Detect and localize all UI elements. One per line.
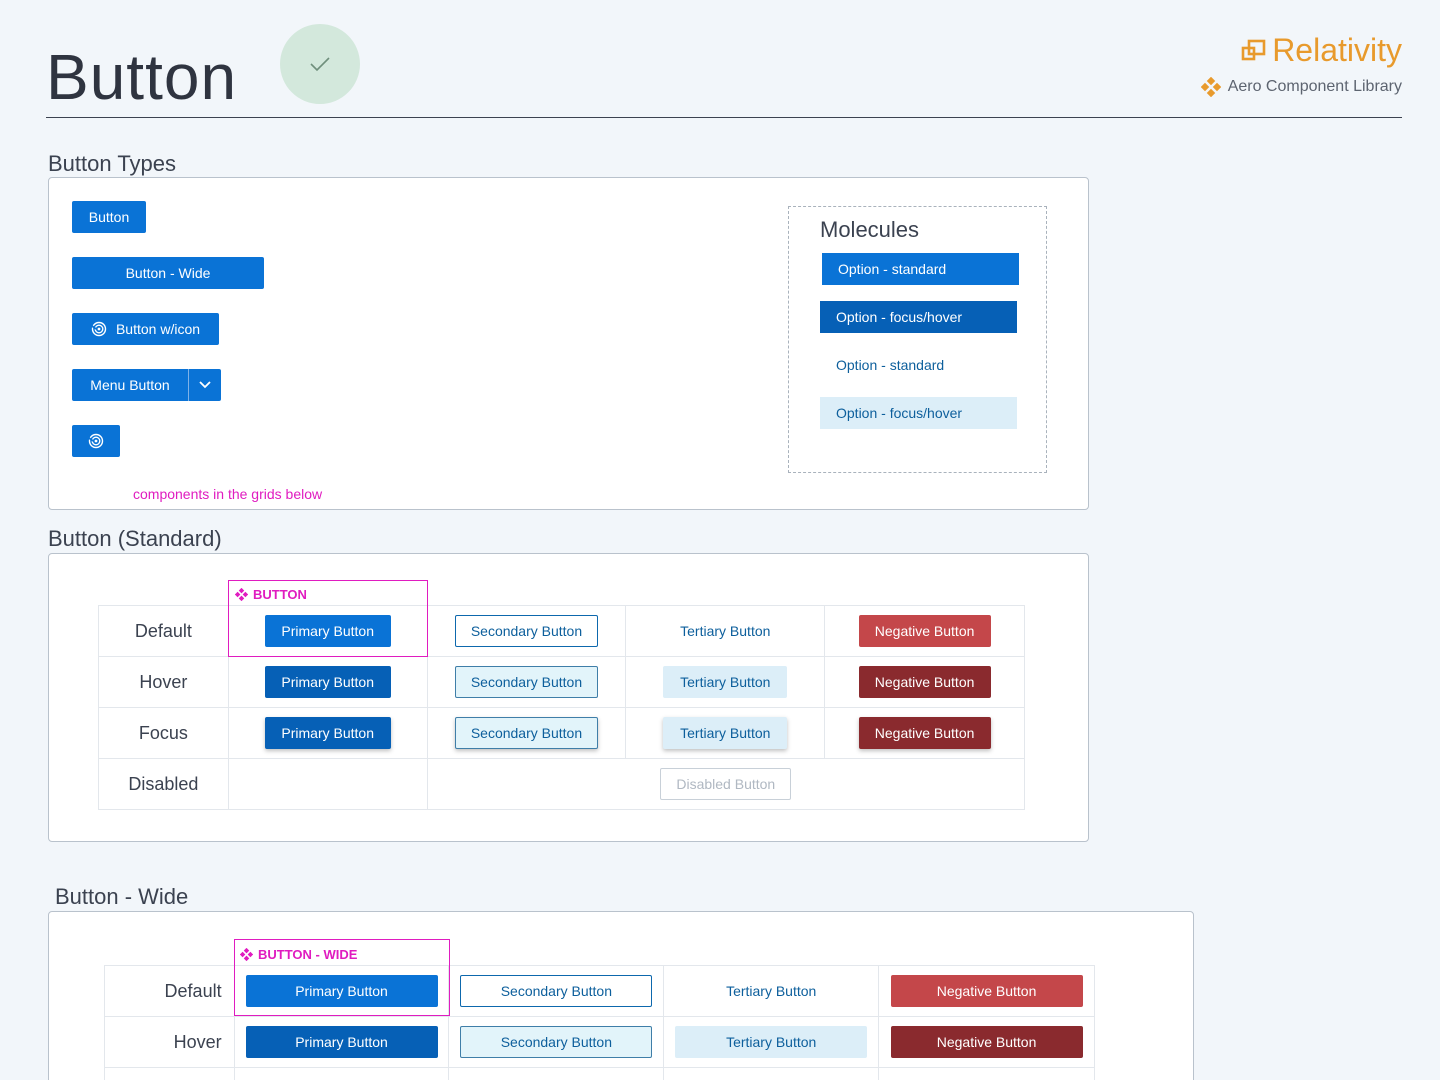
check-icon (310, 57, 330, 72)
wide-grid-row-focus (104, 1067, 1095, 1080)
button-component-label: BUTTON (253, 587, 307, 602)
wide-grid-row-hover: Hover Primary Button Secondary Button Te… (104, 1016, 1095, 1068)
molecules-box (788, 206, 1047, 473)
section-title-button-wide: Button - Wide (55, 884, 189, 909)
negative-button-focus[interactable]: Negative Button (858, 717, 991, 749)
tertiary-button-default[interactable]: Tertiary Button (663, 615, 787, 647)
wide-row-label-default: Default (104, 965, 235, 1017)
button-with-icon-label: Button w/icon (115, 321, 201, 337)
components-note: components in the grids below (133, 486, 323, 502)
button-component-tag: BUTTON (235, 587, 307, 602)
chevron-down-icon (199, 381, 211, 389)
component-diamond-icon (235, 588, 248, 601)
secondary-button-default[interactable]: Secondary Button (454, 615, 598, 647)
component-diamond-icon (1200, 77, 1221, 97)
wide-tertiary-button-hover[interactable]: Tertiary Button (675, 1026, 868, 1058)
section-title-button-standard: Button (Standard) (48, 526, 222, 551)
option-standard-light[interactable]: Option - standard (820, 349, 1017, 381)
row-label-default: Default (98, 605, 229, 657)
button-with-icon-sample[interactable]: Button w/icon (72, 313, 219, 345)
brand: Relativity Aero Component Library (1200, 32, 1402, 97)
icon-only-button-sample[interactable] (72, 425, 120, 457)
wide-row-label-hover: Hover (104, 1016, 235, 1068)
swirl-icon (91, 321, 107, 337)
tertiary-button-hover[interactable]: Tertiary Button (663, 666, 788, 698)
status-check-badge (280, 24, 360, 104)
grid-row-disabled: Disabled Disabled Button (98, 758, 1026, 810)
row-label-disabled: Disabled (98, 758, 229, 810)
component-diamond-icon (240, 948, 253, 961)
button-sample[interactable]: Button (72, 201, 146, 233)
menu-button-sample[interactable]: Menu Button (72, 369, 221, 401)
wide-primary-button-hover[interactable]: Primary Button (245, 1026, 438, 1058)
row-label-hover: Hover (98, 656, 229, 708)
button-wide-sample[interactable]: Button - Wide (72, 257, 264, 289)
option-focus-hover-light[interactable]: Option - focus/hover (820, 397, 1017, 429)
molecules-title: Molecules (820, 217, 920, 242)
row-label-focus: Focus (98, 707, 229, 759)
section-title-button-types: Button Types (48, 151, 177, 176)
swirl-icon (88, 433, 104, 449)
brand-name: Relativity (1272, 32, 1402, 68)
menu-button-toggle[interactable] (189, 369, 221, 401)
wide-tertiary-button-default[interactable]: Tertiary Button (675, 975, 867, 1007)
wide-secondary-button-hover[interactable]: Secondary Button (460, 1026, 653, 1058)
brand-subtitle: Aero Component Library (1200, 77, 1402, 97)
option-standard-dark[interactable]: Option - standard (822, 253, 1019, 285)
secondary-button-focus[interactable]: Secondary Button (454, 717, 598, 749)
button-wide-component-tag: BUTTON - WIDE (240, 947, 357, 962)
header-divider (46, 117, 1402, 118)
disabled-button: Disabled Button (660, 768, 792, 800)
wide-negative-button-default[interactable]: Negative Button (890, 975, 1083, 1007)
wide-secondary-button-default[interactable]: Secondary Button (460, 975, 653, 1007)
negative-button-hover[interactable]: Negative Button (858, 666, 991, 698)
brand-logo: Relativity (1201, 32, 1402, 69)
page-title: Button (46, 41, 238, 113)
primary-button-focus[interactable]: Primary Button (264, 717, 391, 749)
wide-negative-button-hover[interactable]: Negative Button (890, 1026, 1083, 1058)
tertiary-button-focus[interactable]: Tertiary Button (663, 717, 788, 749)
brand-subtitle-text: Aero Component Library (1227, 78, 1402, 95)
primary-button-hover[interactable]: Primary Button (264, 666, 391, 698)
menu-button-label[interactable]: Menu Button (72, 369, 189, 401)
option-focus-hover-dark[interactable]: Option - focus/hover (820, 301, 1017, 333)
button-wide-component-label: BUTTON - WIDE (258, 947, 358, 962)
negative-button-default[interactable]: Negative Button (858, 615, 991, 647)
grid-row-focus: Focus Primary Button Secondary Button Te… (98, 707, 1025, 759)
secondary-button-hover[interactable]: Secondary Button (454, 666, 598, 698)
grid-row-hover: Hover Primary Button Secondary Button Te… (98, 656, 1025, 708)
relativity-logo-icon (1241, 39, 1266, 60)
